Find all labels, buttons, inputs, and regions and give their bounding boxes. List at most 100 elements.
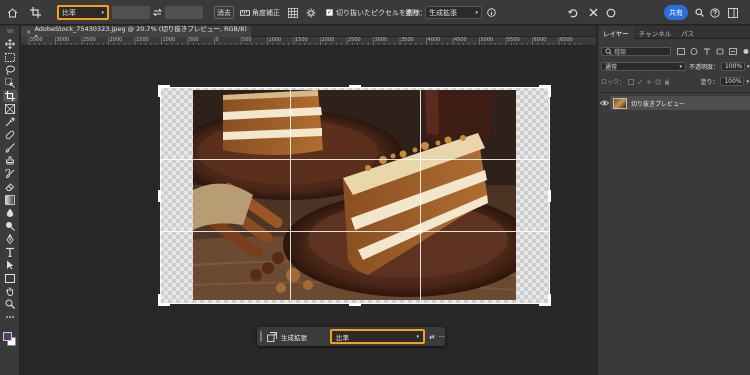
info-icon[interactable] bbox=[485, 0, 497, 25]
ruler-label: 6000 bbox=[533, 37, 547, 43]
lock-artboard-icon[interactable] bbox=[655, 79, 661, 85]
blur-tool-icon[interactable] bbox=[3, 207, 17, 219]
blend-mode-select[interactable]: 通常 ▾ bbox=[601, 62, 686, 71]
lock-position-icon[interactable] bbox=[646, 79, 652, 85]
tab-layers[interactable]: レイヤー bbox=[598, 26, 634, 39]
layer-row[interactable]: 切り抜きプレビュー bbox=[610, 96, 750, 110]
crop-handle-bottom-left[interactable] bbox=[158, 294, 161, 306]
frame-tool-icon[interactable] bbox=[3, 103, 17, 115]
height-input[interactable] bbox=[165, 6, 203, 19]
shape-filter-icon[interactable] bbox=[716, 48, 724, 55]
straighten-button[interactable]: 角度補正 bbox=[240, 0, 280, 25]
path-selection-tool-icon[interactable] bbox=[3, 259, 17, 271]
gear-icon[interactable] bbox=[304, 0, 318, 25]
adjustment-filter-icon[interactable] bbox=[690, 48, 698, 55]
options-bar: 比率 ▾ 消去 角度補正 ✓ 切り抜いたピクセルを削除 塗り： 生成拡張 ▾ 共… bbox=[0, 0, 750, 25]
chevron-down-icon[interactable]: ▾ bbox=[746, 79, 749, 85]
drag-handle[interactable] bbox=[260, 327, 264, 346]
lock-icons bbox=[628, 78, 670, 85]
zoom-tool-icon[interactable] bbox=[3, 298, 17, 310]
generative-expand-button[interactable]: 生成拡張 bbox=[267, 327, 325, 346]
fill-select[interactable]: 生成拡張 ▾ bbox=[425, 6, 482, 19]
taskbar-ratio-select[interactable]: 比率 ▾ bbox=[330, 329, 425, 344]
type-filter-icon[interactable] bbox=[703, 48, 711, 55]
reset-icon[interactable] bbox=[566, 0, 580, 25]
eyedropper-tool-icon[interactable] bbox=[3, 116, 17, 128]
workspace-icon[interactable] bbox=[726, 0, 740, 25]
foreground-color-swatch[interactable] bbox=[3, 332, 12, 341]
ruler-label: 5000 bbox=[480, 37, 494, 43]
layer-thumbnail bbox=[613, 97, 627, 109]
marquee-tool-icon[interactable] bbox=[3, 51, 17, 63]
search-icon[interactable] bbox=[693, 0, 705, 25]
crop-handle-bottom-right[interactable] bbox=[548, 294, 551, 306]
crop-handle-top[interactable] bbox=[349, 85, 361, 88]
delete-cropped-pixels-toggle[interactable]: ✓ 切り抜いたピクセルを削除 bbox=[326, 0, 420, 25]
eraser-tool-icon[interactable] bbox=[3, 181, 17, 193]
document-tab[interactable]: × AdobeStock_75430323.jpeg @ 20.7% (切り抜き… bbox=[21, 25, 251, 41]
filter-toggle-icon[interactable] bbox=[742, 48, 750, 55]
hand-tool-icon[interactable] bbox=[3, 285, 17, 297]
share-button[interactable]: 共有 bbox=[664, 5, 688, 20]
layer-filter-select[interactable]: 種類 bbox=[601, 47, 671, 56]
tab-channels[interactable]: チャンネル bbox=[634, 26, 676, 39]
ruler-label: 3500 bbox=[30, 37, 43, 43]
crop-handle-bottom[interactable] bbox=[349, 303, 361, 306]
ruler-label: 2000 bbox=[321, 37, 335, 43]
blend-row: 通常 ▾ 不透明度： 100% ▾ bbox=[601, 62, 750, 71]
ruler-label: 2000 bbox=[109, 37, 123, 43]
ruler-label: 3500 bbox=[401, 37, 414, 43]
crop-handle-top-left[interactable] bbox=[158, 85, 161, 97]
fill-opacity-input[interactable]: 100% bbox=[720, 77, 745, 86]
lasso-tool-icon[interactable] bbox=[3, 64, 17, 76]
healing-brush-tool-icon[interactable] bbox=[3, 129, 17, 141]
document-tabs: × AdobeStock_75430323.jpeg @ 20.7% (切り抜き… bbox=[21, 25, 596, 41]
rectangle-tool-icon[interactable] bbox=[3, 272, 17, 284]
crop-tool-icon[interactable] bbox=[27, 0, 43, 25]
brush-tool-icon[interactable] bbox=[3, 142, 17, 154]
chevron-down-icon[interactable]: ▾ bbox=[747, 64, 750, 70]
width-input[interactable] bbox=[112, 6, 150, 19]
lock-transparency-icon[interactable] bbox=[628, 78, 634, 85]
crop-border bbox=[160, 87, 550, 304]
canvas-area[interactable]: 生成拡張 比率 ▾ ⇄ ··· bbox=[21, 46, 596, 375]
grid-overlay-icon[interactable] bbox=[286, 0, 300, 25]
clone-stamp-tool-icon[interactable] bbox=[3, 155, 17, 167]
opacity-input[interactable]: 100% bbox=[721, 62, 746, 71]
crop-tool-icon[interactable] bbox=[3, 90, 17, 102]
move-tool-icon[interactable] bbox=[3, 38, 17, 50]
smart-object-filter-icon[interactable] bbox=[729, 48, 737, 55]
help-icon[interactable] bbox=[709, 0, 721, 25]
lock-pixels-icon[interactable] bbox=[637, 79, 643, 85]
commit-icon[interactable] bbox=[604, 0, 618, 25]
crop-handle-left[interactable] bbox=[158, 190, 161, 202]
gradient-tool-icon[interactable] bbox=[3, 194, 17, 206]
chevron-down-icon: ▾ bbox=[475, 9, 478, 16]
ruler-label: 500 bbox=[242, 37, 252, 43]
object-selection-tool-icon[interactable] bbox=[3, 77, 17, 89]
crop-handle-top-right[interactable] bbox=[548, 85, 551, 97]
type-tool-icon[interactable] bbox=[3, 246, 17, 258]
history-brush-tool-icon[interactable] bbox=[3, 168, 17, 180]
fill-label: 塗り： bbox=[405, 8, 427, 17]
pen-tool-icon[interactable] bbox=[3, 233, 17, 245]
home-icon[interactable] bbox=[5, 0, 19, 25]
crop-handle-right[interactable] bbox=[548, 190, 551, 202]
tab-paths[interactable]: パス bbox=[676, 26, 699, 39]
lock-all-icon[interactable] bbox=[664, 78, 670, 85]
more-tools-icon[interactable] bbox=[3, 311, 17, 323]
ratio-select[interactable]: 比率 ▾ bbox=[57, 5, 109, 20]
ruler-label: 2500 bbox=[83, 37, 96, 43]
swap-icon[interactable]: ⇄ bbox=[428, 327, 436, 346]
more-options-icon[interactable]: ··· bbox=[437, 327, 447, 346]
clear-button[interactable]: 消去 bbox=[214, 6, 234, 19]
visibility-eye-icon[interactable] bbox=[600, 98, 609, 108]
cancel-icon[interactable] bbox=[586, 0, 600, 25]
close-icon[interactable]: × bbox=[26, 28, 31, 36]
color-swatches[interactable] bbox=[3, 329, 17, 349]
panel-collapse-icon[interactable] bbox=[3, 28, 17, 34]
dodge-tool-icon[interactable] bbox=[3, 220, 17, 232]
swap-dimensions-icon[interactable] bbox=[151, 0, 164, 25]
panel-divider bbox=[598, 92, 750, 93]
image-filter-icon[interactable] bbox=[677, 48, 685, 55]
